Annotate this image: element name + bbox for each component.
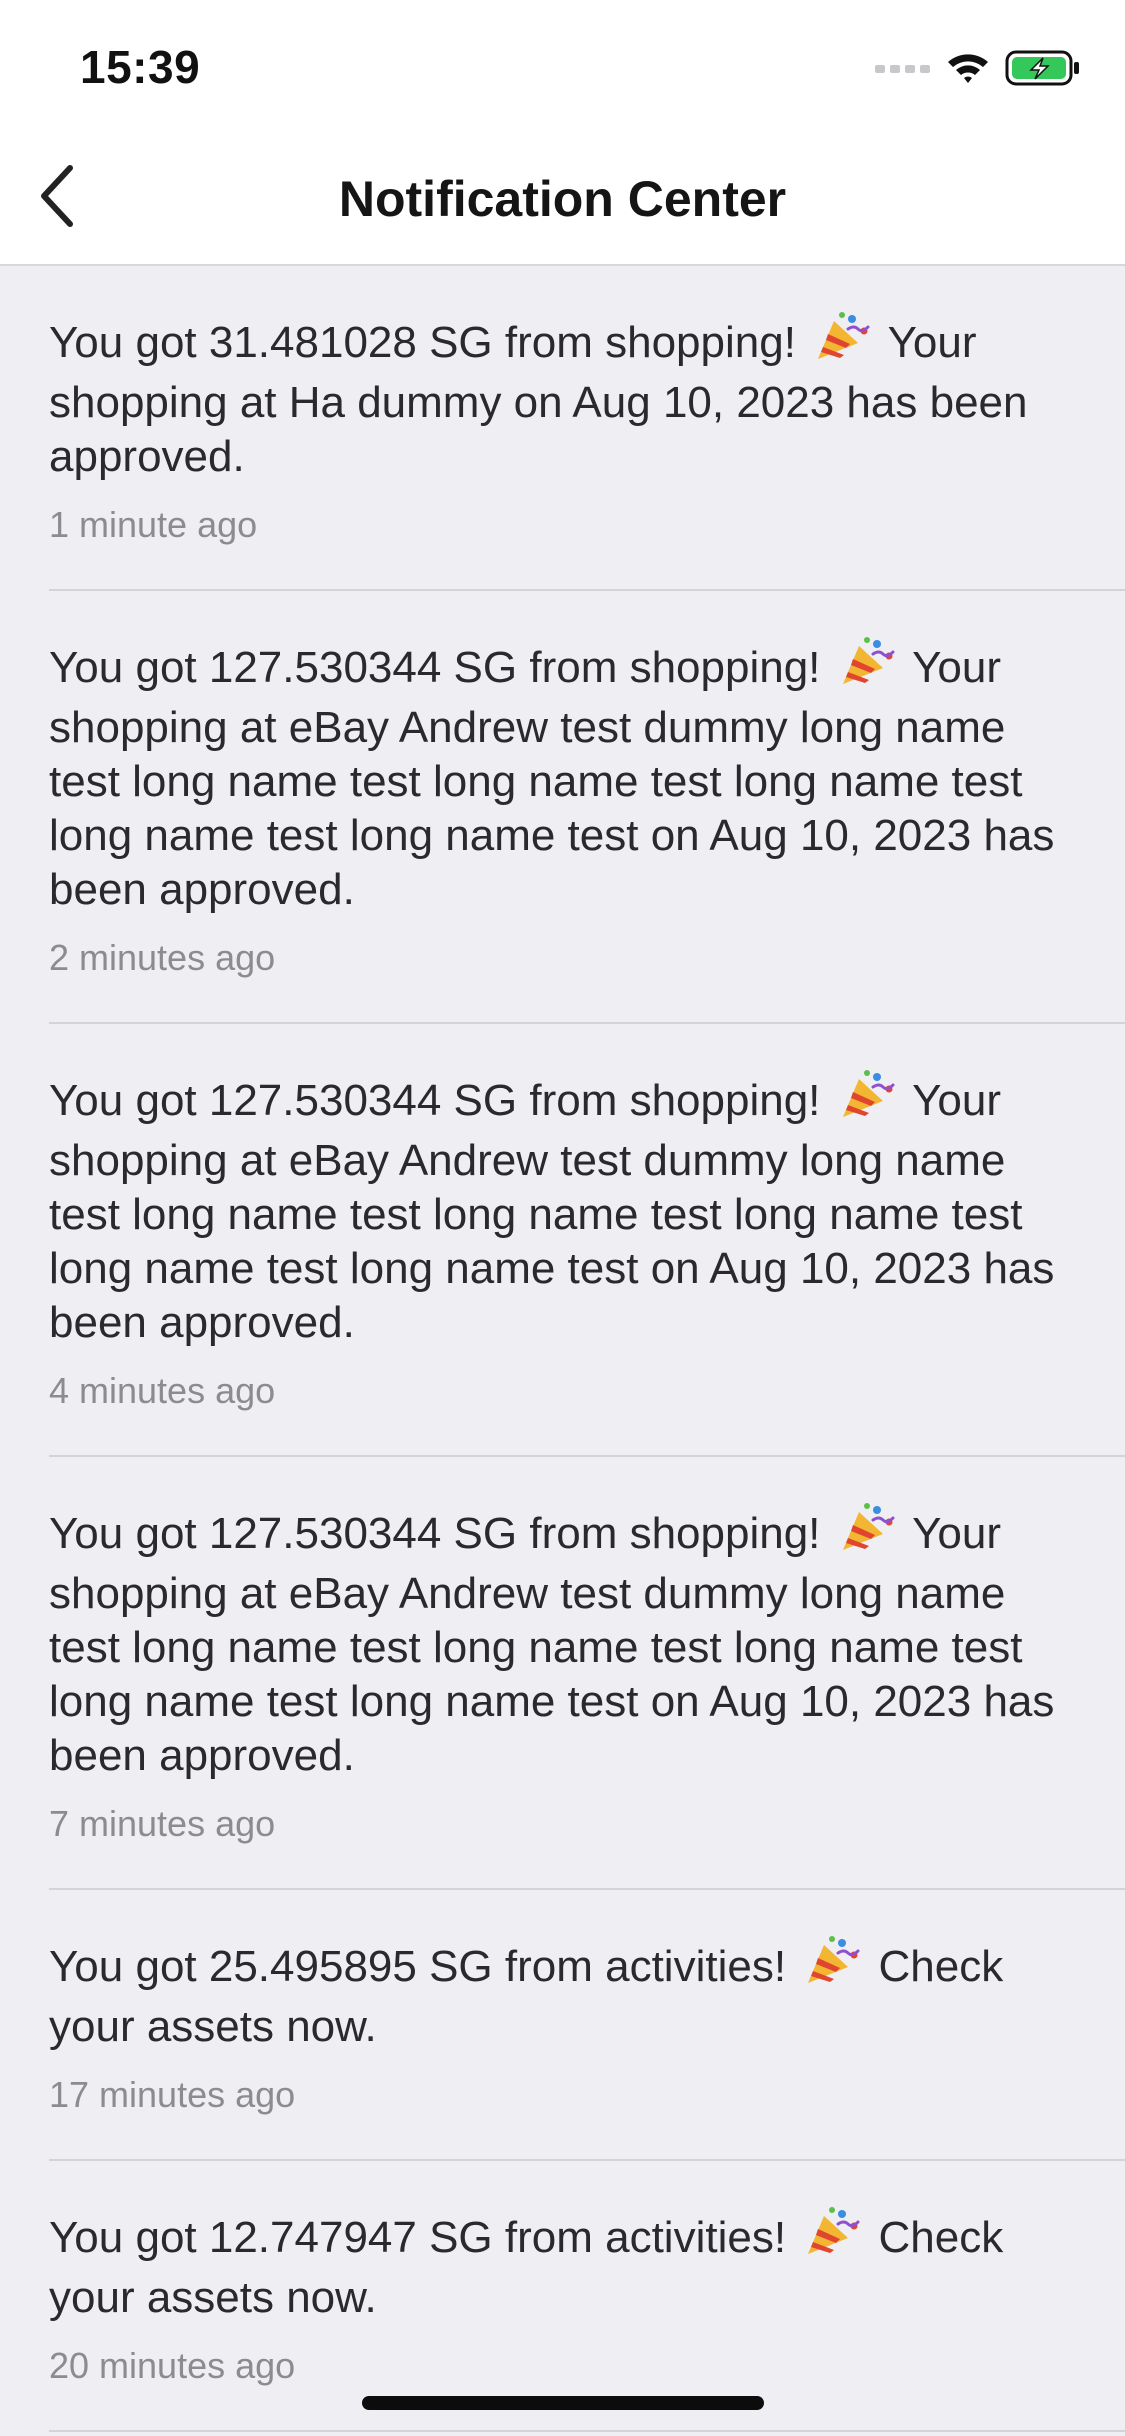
party-popper-icon: [837, 636, 897, 701]
status-icons: [875, 48, 1081, 92]
cellular-signal-icon: [875, 61, 931, 80]
notification-time: 7 minutes ago: [49, 1803, 276, 1844]
notification-item[interactable]: You got 127.530344 SG from shopping! You…: [0, 1024, 1125, 1457]
party-popper-icon: [812, 311, 872, 376]
notification-message: You got 12.747947 SG from activities! Ch…: [49, 2206, 1075, 2325]
battery-charging-icon: [1005, 49, 1081, 92]
notification-time: 1 minute ago: [49, 504, 258, 545]
notification-amount-text: You got 12.747947 SG from activities!: [49, 2213, 787, 2262]
notification-item[interactable]: You got 127.530344 SG from shopping! You…: [0, 591, 1125, 1024]
notification-message: You got 25.495895 SG from activities! Ch…: [49, 1935, 1075, 2054]
notification-time: 4 minutes ago: [49, 1370, 276, 1411]
notification-time: 20 minutes ago: [49, 2345, 296, 2386]
party-popper-icon: [837, 1502, 897, 1567]
notification-list[interactable]: You got 31.481028 SG from shopping! Your…: [0, 266, 1125, 2436]
notification-message: You got 31.481028 SG from shopping! Your…: [49, 311, 1075, 484]
home-indicator[interactable]: [362, 2396, 764, 2410]
notification-amount-text: You got 127.530344 SG from shopping!: [49, 643, 821, 692]
notification-time: 2 minutes ago: [49, 937, 276, 978]
notification-amount-text: You got 127.530344 SG from shopping!: [49, 1076, 821, 1125]
notification-amount-text: You got 31.481028 SG from shopping!: [49, 318, 796, 367]
notification-message: You got 127.530344 SG from shopping! You…: [49, 1502, 1075, 1783]
notification-message: You got 127.530344 SG from shopping! You…: [49, 636, 1075, 917]
notification-item[interactable]: You got 25.495895 SG from activities! Ch…: [0, 1890, 1125, 2161]
navigation-bar: Notification Center: [0, 140, 1125, 266]
party-popper-icon: [802, 1935, 862, 2000]
wifi-icon: [945, 51, 991, 90]
notification-message: You got 127.530344 SG from shopping! You…: [49, 1069, 1075, 1350]
notification-item[interactable]: You got 31.481028 SG from shopping! Your…: [0, 266, 1125, 591]
notification-amount-text: You got 25.495895 SG from activities!: [49, 1942, 787, 1991]
notification-item[interactable]: You got 12.747947 SG from activities! Ch…: [0, 2161, 1125, 2432]
status-time: 15:39: [80, 41, 201, 93]
page-title: Notification Center: [338, 171, 787, 227]
notification-item[interactable]: You got 127.530344 SG from shopping! You…: [0, 1457, 1125, 1890]
party-popper-icon: [837, 1069, 897, 1134]
party-popper-icon: [802, 2206, 862, 2271]
notification-amount-text: You got 127.530344 SG from shopping!: [49, 1509, 821, 1558]
notification-time: 17 minutes ago: [49, 2074, 296, 2115]
status-bar: 15:39: [0, 0, 1125, 140]
